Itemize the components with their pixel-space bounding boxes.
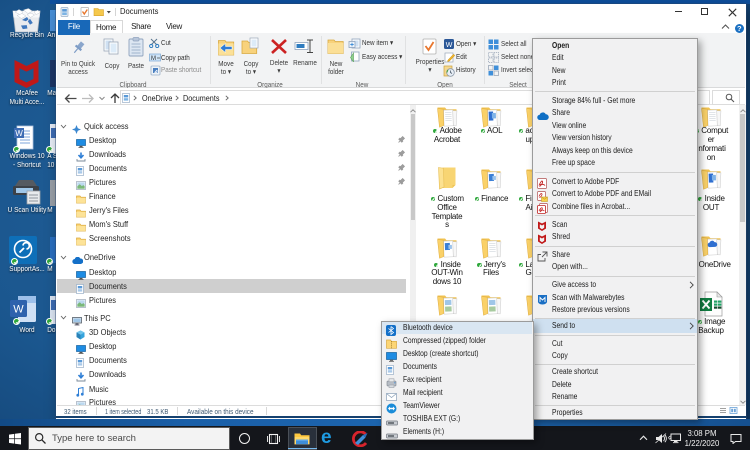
- svg-text:W: W: [445, 42, 452, 49]
- svg-text:W: W: [15, 129, 23, 138]
- svg-text:M: M: [151, 56, 156, 62]
- svg-text:W: W: [13, 304, 24, 316]
